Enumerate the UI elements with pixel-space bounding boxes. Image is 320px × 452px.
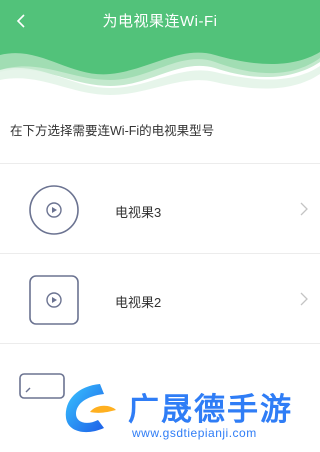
device-item-tv-guo-2[interactable]: 电视果2 <box>0 253 320 343</box>
page-title: 为电视果连Wi-Fi <box>102 13 218 30</box>
watermark-brand: 广晟德手游 <box>128 392 293 428</box>
device-item-tv-guo-3[interactable]: 电视果3 <box>0 163 320 253</box>
header: 为电视果连Wi-Fi <box>0 0 320 95</box>
chevron-right-icon <box>300 292 308 306</box>
brand-logo-icon <box>65 384 116 433</box>
instruction-text: 在下方选择需要连Wi-Fi的电视果型号 <box>10 124 215 138</box>
chevron-right-icon <box>300 202 308 216</box>
round-device-icon <box>28 184 80 236</box>
device-label: 电视果3 <box>115 205 162 220</box>
square-device-icon <box>28 274 80 326</box>
watermark-url: www.gsdtiepianji.com <box>132 426 257 440</box>
device-label: 电视果2 <box>115 295 162 310</box>
watermark: 广晟德手游 www.gsdtiepianji.com <box>60 378 320 452</box>
